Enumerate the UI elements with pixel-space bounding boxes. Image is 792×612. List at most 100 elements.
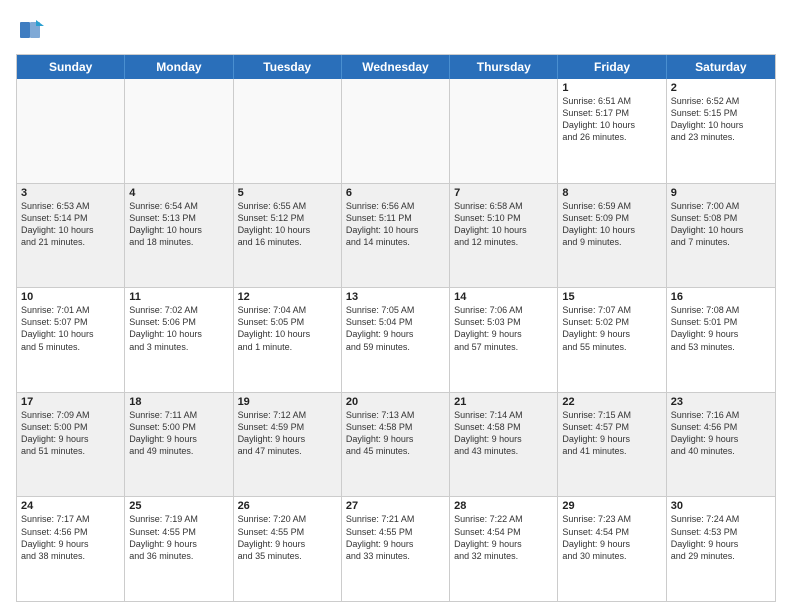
- calendar-cell: 1Sunrise: 6:51 AMSunset: 5:17 PMDaylight…: [558, 79, 666, 183]
- calendar-row-1: 3Sunrise: 6:53 AMSunset: 5:14 PMDaylight…: [17, 184, 775, 289]
- calendar-cell: 8Sunrise: 6:59 AMSunset: 5:09 PMDaylight…: [558, 184, 666, 288]
- weekday-header-wednesday: Wednesday: [342, 55, 450, 79]
- calendar-cell: 29Sunrise: 7:23 AMSunset: 4:54 PMDayligh…: [558, 497, 666, 601]
- weekday-header-thursday: Thursday: [450, 55, 558, 79]
- cell-info: Sunrise: 7:16 AMSunset: 4:56 PMDaylight:…: [671, 409, 771, 458]
- weekday-header-monday: Monday: [125, 55, 233, 79]
- day-number: 4: [129, 187, 228, 199]
- day-number: 2: [671, 82, 771, 94]
- day-number: 3: [21, 187, 120, 199]
- calendar-cell: 18Sunrise: 7:11 AMSunset: 5:00 PMDayligh…: [125, 393, 233, 497]
- calendar-row-2: 10Sunrise: 7:01 AMSunset: 5:07 PMDayligh…: [17, 288, 775, 393]
- calendar-cell: 13Sunrise: 7:05 AMSunset: 5:04 PMDayligh…: [342, 288, 450, 392]
- cell-info: Sunrise: 7:01 AMSunset: 5:07 PMDaylight:…: [21, 304, 120, 353]
- calendar-cell: 2Sunrise: 6:52 AMSunset: 5:15 PMDaylight…: [667, 79, 775, 183]
- weekday-header-tuesday: Tuesday: [234, 55, 342, 79]
- calendar-cell: 27Sunrise: 7:21 AMSunset: 4:55 PMDayligh…: [342, 497, 450, 601]
- day-number: 9: [671, 187, 771, 199]
- day-number: 17: [21, 396, 120, 408]
- cell-info: Sunrise: 7:22 AMSunset: 4:54 PMDaylight:…: [454, 513, 553, 562]
- day-number: 11: [129, 291, 228, 303]
- calendar-cell: 4Sunrise: 6:54 AMSunset: 5:13 PMDaylight…: [125, 184, 233, 288]
- cell-info: Sunrise: 6:53 AMSunset: 5:14 PMDaylight:…: [21, 200, 120, 249]
- cell-info: Sunrise: 7:13 AMSunset: 4:58 PMDaylight:…: [346, 409, 445, 458]
- weekday-header-sunday: Sunday: [17, 55, 125, 79]
- cell-info: Sunrise: 6:54 AMSunset: 5:13 PMDaylight:…: [129, 200, 228, 249]
- cell-info: Sunrise: 6:55 AMSunset: 5:12 PMDaylight:…: [238, 200, 337, 249]
- calendar-cell: 17Sunrise: 7:09 AMSunset: 5:00 PMDayligh…: [17, 393, 125, 497]
- cell-info: Sunrise: 7:11 AMSunset: 5:00 PMDaylight:…: [129, 409, 228, 458]
- calendar-header: SundayMondayTuesdayWednesdayThursdayFrid…: [17, 55, 775, 79]
- calendar-row-0: 1Sunrise: 6:51 AMSunset: 5:17 PMDaylight…: [17, 79, 775, 184]
- cell-info: Sunrise: 7:15 AMSunset: 4:57 PMDaylight:…: [562, 409, 661, 458]
- cell-info: Sunrise: 7:06 AMSunset: 5:03 PMDaylight:…: [454, 304, 553, 353]
- calendar-cell: 26Sunrise: 7:20 AMSunset: 4:55 PMDayligh…: [234, 497, 342, 601]
- calendar-cell: 30Sunrise: 7:24 AMSunset: 4:53 PMDayligh…: [667, 497, 775, 601]
- cell-info: Sunrise: 7:17 AMSunset: 4:56 PMDaylight:…: [21, 513, 120, 562]
- calendar-cell: 22Sunrise: 7:15 AMSunset: 4:57 PMDayligh…: [558, 393, 666, 497]
- calendar-row-3: 17Sunrise: 7:09 AMSunset: 5:00 PMDayligh…: [17, 393, 775, 498]
- calendar-cell: 5Sunrise: 6:55 AMSunset: 5:12 PMDaylight…: [234, 184, 342, 288]
- logo: [16, 16, 48, 44]
- day-number: 15: [562, 291, 661, 303]
- calendar-cell: [125, 79, 233, 183]
- cell-info: Sunrise: 6:51 AMSunset: 5:17 PMDaylight:…: [562, 95, 661, 144]
- cell-info: Sunrise: 7:04 AMSunset: 5:05 PMDaylight:…: [238, 304, 337, 353]
- cell-info: Sunrise: 7:00 AMSunset: 5:08 PMDaylight:…: [671, 200, 771, 249]
- calendar-cell: 25Sunrise: 7:19 AMSunset: 4:55 PMDayligh…: [125, 497, 233, 601]
- calendar-cell: 21Sunrise: 7:14 AMSunset: 4:58 PMDayligh…: [450, 393, 558, 497]
- calendar-cell: 10Sunrise: 7:01 AMSunset: 5:07 PMDayligh…: [17, 288, 125, 392]
- day-number: 1: [562, 82, 661, 94]
- cell-info: Sunrise: 7:02 AMSunset: 5:06 PMDaylight:…: [129, 304, 228, 353]
- cell-info: Sunrise: 6:59 AMSunset: 5:09 PMDaylight:…: [562, 200, 661, 249]
- day-number: 27: [346, 500, 445, 512]
- weekday-header-friday: Friday: [558, 55, 666, 79]
- calendar-cell: 9Sunrise: 7:00 AMSunset: 5:08 PMDaylight…: [667, 184, 775, 288]
- day-number: 13: [346, 291, 445, 303]
- cell-info: Sunrise: 7:12 AMSunset: 4:59 PMDaylight:…: [238, 409, 337, 458]
- day-number: 23: [671, 396, 771, 408]
- calendar-cell: 12Sunrise: 7:04 AMSunset: 5:05 PMDayligh…: [234, 288, 342, 392]
- calendar-cell: 6Sunrise: 6:56 AMSunset: 5:11 PMDaylight…: [342, 184, 450, 288]
- day-number: 7: [454, 187, 553, 199]
- day-number: 22: [562, 396, 661, 408]
- day-number: 12: [238, 291, 337, 303]
- logo-icon: [16, 16, 44, 44]
- day-number: 6: [346, 187, 445, 199]
- cell-info: Sunrise: 7:23 AMSunset: 4:54 PMDaylight:…: [562, 513, 661, 562]
- cell-info: Sunrise: 6:52 AMSunset: 5:15 PMDaylight:…: [671, 95, 771, 144]
- day-number: 20: [346, 396, 445, 408]
- calendar-cell: [342, 79, 450, 183]
- calendar-cell: [17, 79, 125, 183]
- day-number: 10: [21, 291, 120, 303]
- calendar-cell: 11Sunrise: 7:02 AMSunset: 5:06 PMDayligh…: [125, 288, 233, 392]
- cell-info: Sunrise: 7:14 AMSunset: 4:58 PMDaylight:…: [454, 409, 553, 458]
- day-number: 24: [21, 500, 120, 512]
- cell-info: Sunrise: 7:07 AMSunset: 5:02 PMDaylight:…: [562, 304, 661, 353]
- cell-info: Sunrise: 7:21 AMSunset: 4:55 PMDaylight:…: [346, 513, 445, 562]
- day-number: 18: [129, 396, 228, 408]
- cell-info: Sunrise: 6:58 AMSunset: 5:10 PMDaylight:…: [454, 200, 553, 249]
- day-number: 5: [238, 187, 337, 199]
- calendar-body: 1Sunrise: 6:51 AMSunset: 5:17 PMDaylight…: [17, 79, 775, 601]
- cell-info: Sunrise: 7:08 AMSunset: 5:01 PMDaylight:…: [671, 304, 771, 353]
- day-number: 14: [454, 291, 553, 303]
- cell-info: Sunrise: 7:20 AMSunset: 4:55 PMDaylight:…: [238, 513, 337, 562]
- cell-info: Sunrise: 7:05 AMSunset: 5:04 PMDaylight:…: [346, 304, 445, 353]
- day-number: 26: [238, 500, 337, 512]
- calendar-cell: 14Sunrise: 7:06 AMSunset: 5:03 PMDayligh…: [450, 288, 558, 392]
- calendar-cell: 23Sunrise: 7:16 AMSunset: 4:56 PMDayligh…: [667, 393, 775, 497]
- calendar-cell: 19Sunrise: 7:12 AMSunset: 4:59 PMDayligh…: [234, 393, 342, 497]
- calendar-cell: [234, 79, 342, 183]
- calendar-cell: 24Sunrise: 7:17 AMSunset: 4:56 PMDayligh…: [17, 497, 125, 601]
- cell-info: Sunrise: 7:09 AMSunset: 5:00 PMDaylight:…: [21, 409, 120, 458]
- day-number: 16: [671, 291, 771, 303]
- day-number: 28: [454, 500, 553, 512]
- weekday-header-saturday: Saturday: [667, 55, 775, 79]
- calendar-row-4: 24Sunrise: 7:17 AMSunset: 4:56 PMDayligh…: [17, 497, 775, 601]
- cell-info: Sunrise: 6:56 AMSunset: 5:11 PMDaylight:…: [346, 200, 445, 249]
- calendar-cell: 3Sunrise: 6:53 AMSunset: 5:14 PMDaylight…: [17, 184, 125, 288]
- calendar-cell: 15Sunrise: 7:07 AMSunset: 5:02 PMDayligh…: [558, 288, 666, 392]
- cell-info: Sunrise: 7:24 AMSunset: 4:53 PMDaylight:…: [671, 513, 771, 562]
- page-header: [16, 16, 776, 44]
